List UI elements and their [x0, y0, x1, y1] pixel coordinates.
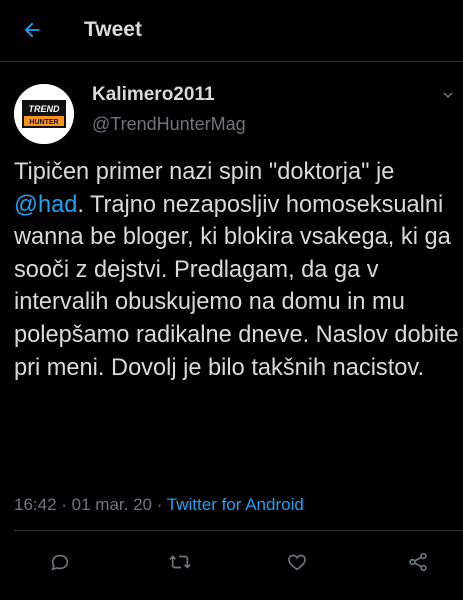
tweet-source-link[interactable]: Twitter for Android: [167, 495, 304, 514]
tweet-meta: 16:42 · 01 mar. 20 · Twitter for Android: [14, 495, 304, 515]
author-handle[interactable]: @TrendHunterMag: [92, 114, 246, 135]
author-display-name[interactable]: Kalimero2011: [92, 84, 215, 106]
tweet-text: Tipičen primer nazi spin "doktorja" je @…: [14, 156, 459, 384]
retweet-icon[interactable]: [166, 548, 194, 576]
tweet-text-end: . Trajno nezaposljiv homoseksualni wanna…: [14, 191, 459, 381]
avatar[interactable]: TREND HUNTER: [14, 84, 74, 144]
meta-separator: ·: [151, 495, 167, 514]
like-icon[interactable]: [283, 548, 311, 576]
meta-separator: ·: [56, 495, 72, 514]
page-title: Tweet: [84, 18, 142, 41]
back-arrow-icon[interactable]: [20, 18, 44, 42]
avatar-logo-line1: TREND: [29, 104, 60, 114]
mention-link[interactable]: @had: [14, 192, 77, 218]
top-bar: Tweet: [0, 0, 463, 62]
action-bar: [0, 542, 463, 582]
tweet-date: 01 mar. 20: [71, 495, 152, 514]
divider: [14, 530, 463, 531]
tweet-author: TREND HUNTER Kalimero2011 @TrendHunterMa…: [14, 76, 454, 144]
tweet-time: 16:42: [14, 495, 57, 514]
reply-icon[interactable]: [46, 548, 74, 576]
share-icon[interactable]: [404, 548, 432, 576]
avatar-logo-line2: HUNTER: [29, 119, 58, 126]
tweet-text-start: Tipičen primer nazi spin "doktorja" je: [14, 159, 395, 185]
chevron-down-icon[interactable]: [442, 88, 454, 100]
